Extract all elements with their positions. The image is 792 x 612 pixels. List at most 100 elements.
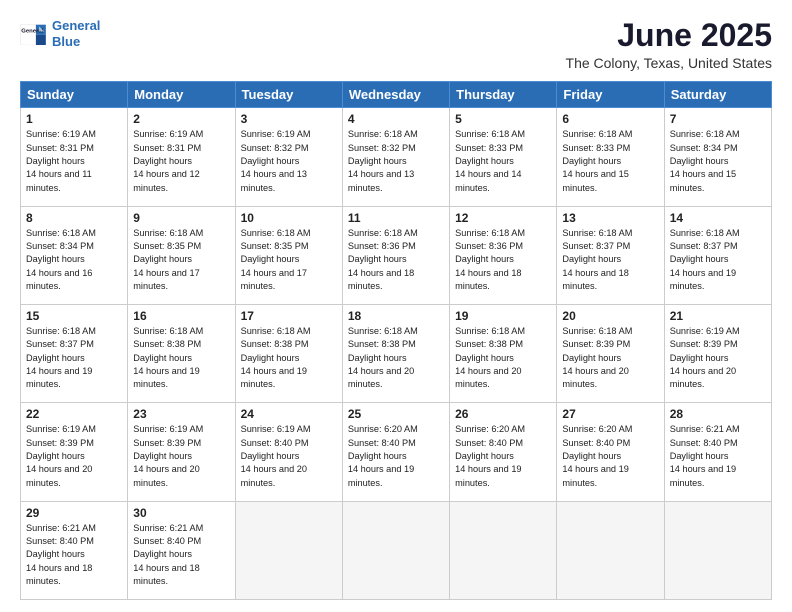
page: General General Blue June 2025 The Colon…	[0, 0, 792, 612]
week-row-2: 8 Sunrise: 6:18 AMSunset: 8:34 PMDaylight…	[21, 206, 772, 304]
calendar-cell: 19 Sunrise: 6:18 AMSunset: 8:38 PMDayligh…	[450, 304, 557, 402]
cell-info: Sunrise: 6:19 AMSunset: 8:39 PMDaylight …	[133, 424, 203, 487]
cell-info: Sunrise: 6:21 AMSunset: 8:40 PMDaylight …	[670, 424, 740, 487]
cell-info: Sunrise: 6:21 AMSunset: 8:40 PMDaylight …	[26, 523, 96, 586]
day-number: 12	[455, 211, 551, 225]
header: General General Blue June 2025 The Colon…	[20, 18, 772, 71]
calendar-cell	[557, 501, 664, 599]
cell-info: Sunrise: 6:19 AMSunset: 8:39 PMDaylight …	[670, 326, 740, 389]
cell-info: Sunrise: 6:18 AMSunset: 8:34 PMDaylight …	[670, 129, 740, 192]
calendar-cell: 30 Sunrise: 6:21 AMSunset: 8:40 PMDayligh…	[128, 501, 235, 599]
calendar-cell: 18Sunrise: 6:18 AMSunset: 8:38 PMDayligh…	[342, 304, 449, 402]
col-thursday: Thursday	[450, 82, 557, 108]
day-number: 11	[348, 211, 444, 225]
calendar-cell: 9Sunrise: 6:18 AMSunset: 8:35 PMDaylight…	[128, 206, 235, 304]
main-title: June 2025	[566, 18, 772, 53]
cell-info: Sunrise: 6:18 AMSunset: 8:33 PMDaylight …	[455, 129, 525, 192]
week-row-4: 22 Sunrise: 6:19 AMSunset: 8:39 PMDayligh…	[21, 403, 772, 501]
cell-info: Sunrise: 6:19 AMSunset: 8:31 PMDaylight …	[26, 129, 96, 192]
cell-info: Sunrise: 6:19 AMSunset: 8:40 PMDaylight …	[241, 424, 311, 487]
day-number: 7	[670, 112, 766, 126]
logo-blue: Blue	[52, 34, 80, 49]
calendar-cell: 6 Sunrise: 6:18 AMSunset: 8:33 PMDaylight…	[557, 108, 664, 206]
cell-info: Sunrise: 6:19 AMSunset: 8:39 PMDaylight …	[26, 424, 96, 487]
cell-info: Sunrise: 6:18 AMSunset: 8:37 PMDaylight …	[26, 326, 96, 389]
calendar-cell: 13 Sunrise: 6:18 AMSunset: 8:37 PMDayligh…	[557, 206, 664, 304]
day-number: 5	[455, 112, 551, 126]
col-sunday: Sunday	[21, 82, 128, 108]
cell-info: Sunrise: 6:18 AMSunset: 8:36 PMDaylight …	[348, 228, 418, 291]
day-number: 28	[670, 407, 766, 421]
day-number: 25	[348, 407, 444, 421]
calendar-cell: 16 Sunrise: 6:18 AMSunset: 8:38 PMDayligh…	[128, 304, 235, 402]
day-number: 13	[562, 211, 658, 225]
day-number: 22	[26, 407, 122, 421]
calendar-cell: 4Sunrise: 6:18 AMSunset: 8:32 PMDaylight…	[342, 108, 449, 206]
cell-info: Sunrise: 6:18 AMSunset: 8:38 PMDaylight …	[133, 326, 203, 389]
calendar-cell: 12 Sunrise: 6:18 AMSunset: 8:36 PMDayligh…	[450, 206, 557, 304]
cell-info: Sunrise: 6:18 AMSunset: 8:36 PMDaylight …	[455, 228, 525, 291]
week-row-3: 15Sunrise: 6:18 AMSunset: 8:37 PMDayligh…	[21, 304, 772, 402]
cell-info: Sunrise: 6:18 AMSunset: 8:38 PMDaylight …	[241, 326, 311, 389]
day-number: 6	[562, 112, 658, 126]
day-number: 3	[241, 112, 337, 126]
cell-info: Sunrise: 6:20 AMSunset: 8:40 PMDaylight …	[348, 424, 418, 487]
calendar-cell: 1 Sunrise: 6:19 AMSunset: 8:31 PMDaylight…	[21, 108, 128, 206]
day-number: 27	[562, 407, 658, 421]
day-number: 10	[241, 211, 337, 225]
cell-info: Sunrise: 6:18 AMSunset: 8:38 PMDaylight …	[455, 326, 525, 389]
calendar-cell	[664, 501, 771, 599]
day-number: 17	[241, 309, 337, 323]
calendar-cell	[450, 501, 557, 599]
calendar-cell: 11 Sunrise: 6:18 AMSunset: 8:36 PMDayligh…	[342, 206, 449, 304]
cell-info: Sunrise: 6:18 AMSunset: 8:37 PMDaylight …	[562, 228, 632, 291]
calendar-cell: 20 Sunrise: 6:18 AMSunset: 8:39 PMDayligh…	[557, 304, 664, 402]
cell-info: Sunrise: 6:18 AMSunset: 8:37 PMDaylight …	[670, 228, 740, 291]
header-row: Sunday Monday Tuesday Wednesday Thursday…	[21, 82, 772, 108]
calendar-cell: 7 Sunrise: 6:18 AMSunset: 8:34 PMDaylight…	[664, 108, 771, 206]
logo-general: General	[52, 18, 100, 33]
cell-info: Sunrise: 6:18 AMSunset: 8:32 PMDaylight …	[348, 129, 418, 192]
calendar-cell: 22 Sunrise: 6:19 AMSunset: 8:39 PMDayligh…	[21, 403, 128, 501]
subtitle: The Colony, Texas, United States	[566, 55, 772, 71]
cell-info: Sunrise: 6:18 AMSunset: 8:33 PMDaylight …	[562, 129, 632, 192]
calendar-cell: 29 Sunrise: 6:21 AMSunset: 8:40 PMDayligh…	[21, 501, 128, 599]
cell-info: Sunrise: 6:18 AMSunset: 8:35 PMDaylight …	[241, 228, 311, 291]
calendar-cell: 15Sunrise: 6:18 AMSunset: 8:37 PMDayligh…	[21, 304, 128, 402]
calendar-cell: 26Sunrise: 6:20 AMSunset: 8:40 PMDayligh…	[450, 403, 557, 501]
col-saturday: Saturday	[664, 82, 771, 108]
cell-info: Sunrise: 6:20 AMSunset: 8:40 PMDaylight …	[455, 424, 525, 487]
week-row-1: 1 Sunrise: 6:19 AMSunset: 8:31 PMDaylight…	[21, 108, 772, 206]
calendar-cell: 3 Sunrise: 6:19 AMSunset: 8:32 PMDaylight…	[235, 108, 342, 206]
cell-info: Sunrise: 6:19 AMSunset: 8:31 PMDaylight …	[133, 129, 203, 192]
calendar-cell: 24Sunrise: 6:19 AMSunset: 8:40 PMDayligh…	[235, 403, 342, 501]
calendar-cell: 2Sunrise: 6:19 AMSunset: 8:31 PMDaylight…	[128, 108, 235, 206]
calendar-cell: 17 Sunrise: 6:18 AMSunset: 8:38 PMDayligh…	[235, 304, 342, 402]
col-tuesday: Tuesday	[235, 82, 342, 108]
day-number: 21	[670, 309, 766, 323]
cell-info: Sunrise: 6:21 AMSunset: 8:40 PMDaylight …	[133, 523, 203, 586]
day-number: 8	[26, 211, 122, 225]
day-number: 16	[133, 309, 229, 323]
day-number: 29	[26, 506, 122, 520]
calendar-cell: 10 Sunrise: 6:18 AMSunset: 8:35 PMDayligh…	[235, 206, 342, 304]
calendar-cell: 21 Sunrise: 6:19 AMSunset: 8:39 PMDayligh…	[664, 304, 771, 402]
day-number: 19	[455, 309, 551, 323]
cell-info: Sunrise: 6:19 AMSunset: 8:32 PMDaylight …	[241, 129, 311, 192]
calendar-cell	[235, 501, 342, 599]
cell-info: Sunrise: 6:18 AMSunset: 8:38 PMDaylight …	[348, 326, 418, 389]
cell-info: Sunrise: 6:20 AMSunset: 8:40 PMDaylight …	[562, 424, 632, 487]
day-number: 1	[26, 112, 122, 126]
calendar-cell: 27 Sunrise: 6:20 AMSunset: 8:40 PMDayligh…	[557, 403, 664, 501]
col-monday: Monday	[128, 82, 235, 108]
calendar-cell: 14 Sunrise: 6:18 AMSunset: 8:37 PMDayligh…	[664, 206, 771, 304]
day-number: 30	[133, 506, 229, 520]
calendar-table: Sunday Monday Tuesday Wednesday Thursday…	[20, 81, 772, 600]
day-number: 20	[562, 309, 658, 323]
cell-info: Sunrise: 6:18 AMSunset: 8:35 PMDaylight …	[133, 228, 203, 291]
cell-info: Sunrise: 6:18 AMSunset: 8:39 PMDaylight …	[562, 326, 632, 389]
day-number: 14	[670, 211, 766, 225]
cell-info: Sunrise: 6:18 AMSunset: 8:34 PMDaylight …	[26, 228, 96, 291]
calendar-cell: 23Sunrise: 6:19 AMSunset: 8:39 PMDayligh…	[128, 403, 235, 501]
logo-text: General Blue	[52, 18, 100, 49]
